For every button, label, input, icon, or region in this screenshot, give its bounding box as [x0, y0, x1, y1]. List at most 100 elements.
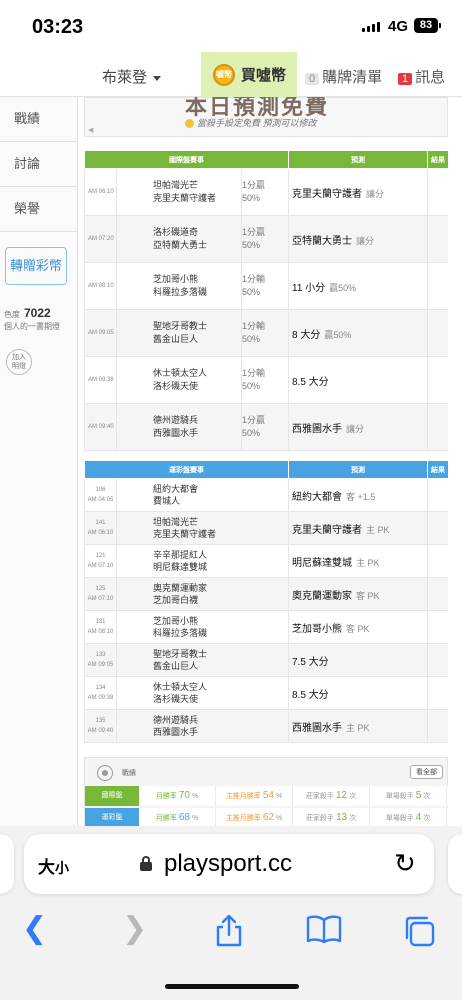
stat-label: 主推月勝率	[225, 815, 261, 822]
pick-cell: 紐約大都會客 +1.5	[288, 478, 428, 512]
odds-line: 1分贏	[242, 227, 266, 237]
address-bar[interactable]: 大小 playsport.cc ↻	[24, 834, 434, 894]
team-home: 克里夫蘭守護者	[153, 529, 217, 539]
team-away: 聖地牙哥教士	[153, 321, 208, 331]
sidebar-item-record[interactable]: 戰績	[0, 97, 77, 142]
stat-value: 13	[335, 812, 348, 823]
odds-line: 1分贏	[242, 180, 266, 190]
tabs-icon[interactable]	[402, 914, 436, 954]
brand-dropdown[interactable]: 布萊登	[102, 66, 162, 87]
record-stat: 月勝率 70%	[139, 786, 216, 806]
sidebar-item-discussion[interactable]: 討論	[0, 142, 77, 187]
site-header: 布萊登 噓幣 買噓幣 0 購牌清單 1 訊息	[0, 52, 462, 97]
pick-type: 主 PK	[356, 557, 380, 568]
pick-cell: 克里夫蘭守護者 讓分	[288, 168, 428, 216]
back-icon[interactable]: ❮	[22, 914, 47, 944]
url-domain[interactable]: playsport.cc	[164, 850, 292, 878]
pick-team: 明尼蘇達雙城	[292, 557, 352, 569]
record-stat: 單場殺手 5 次	[370, 786, 447, 806]
text-size-large: 大	[38, 858, 55, 877]
stat-value: 4	[415, 812, 422, 823]
buy-coins-button[interactable]: 噓幣 買噓幣	[201, 52, 297, 97]
stat-unit: 次	[349, 793, 357, 800]
reload-icon[interactable]: ↻	[394, 848, 416, 879]
forward-icon[interactable]: ❯	[122, 914, 147, 944]
result-cell	[427, 403, 448, 451]
result-cell	[427, 262, 448, 310]
header-pick: 預測	[288, 150, 428, 169]
scroll-left-icon[interactable]: ◀	[88, 126, 93, 134]
stat-label: 單場殺手	[385, 793, 414, 800]
odds-cell: 1分輸 50%	[241, 356, 289, 404]
table-row: AM 09:38 休士頓太空人 洛杉磯天使 1分輸 50% 8.5 大分	[84, 356, 448, 404]
record-tag[interactable]: 運彩盤	[85, 808, 139, 827]
banner-subtitle: 當殺手設定免費 預測可以修改	[185, 116, 317, 129]
add-label: 加入	[12, 354, 26, 361]
record-tag[interactable]: 國際盤	[85, 786, 139, 806]
stat-value: 62	[262, 812, 274, 823]
sidebar-item-label: 榮譽	[14, 201, 41, 216]
game-number: 125	[95, 586, 106, 592]
team-away: 休士頓太空人	[153, 368, 208, 378]
text-size-small: 小	[55, 860, 69, 876]
team-away: 坦帕灣光芒	[153, 517, 199, 527]
free-prediction-banner: 本日預測免費 當殺手設定免費 預測可以修改 ◀	[84, 97, 448, 137]
teams-cell: 芝加哥小熊 科羅拉多落磯	[116, 610, 289, 644]
messages-link[interactable]: 1 訊息	[398, 66, 445, 87]
pick-cell: 芝加哥小熊客 PK	[288, 610, 428, 644]
pick-cell: 8.5 大分	[288, 356, 428, 404]
table-row: AM 06:10 坦帕灣光芒 克里夫蘭守護者 1分贏 50% 克里夫蘭守護者 讓分	[84, 168, 448, 216]
text-size-button[interactable]: 大小	[38, 853, 69, 878]
game-number-time: 134 AM 09:38	[84, 676, 117, 710]
team-home: 亞特蘭大勇士	[153, 240, 208, 250]
status-bar: 03:23 4G 83	[0, 0, 462, 50]
team-home: 科羅拉多落磯	[153, 287, 208, 297]
gift-coins-button[interactable]: 轉贈彩幣	[5, 247, 67, 285]
pick-type: 贏50%	[324, 329, 352, 340]
game-number-time: 135 AM 09:40	[84, 709, 117, 743]
pick-type: 客 PK	[356, 590, 380, 601]
previous-tab-card[interactable]	[0, 834, 14, 894]
pick-type: 讓分	[356, 235, 375, 246]
lamp-stat: 色度 7022 個人的一書期燈	[0, 307, 77, 333]
view-all-button[interactable]: 看全部	[410, 765, 443, 779]
lock-icon	[140, 856, 152, 871]
record-stat: 主推月勝率 54%	[216, 786, 293, 806]
result-cell	[427, 610, 448, 644]
pick-cell: 8 大分 贏50%	[288, 309, 428, 357]
table-row: AM 09:05 聖地牙哥教士 舊金山巨人 1分輸 50% 8 大分 贏50%	[84, 309, 448, 357]
table-row: 133 AM 09:05 聖地牙哥教士 舊金山巨人 7.5 大分	[84, 643, 448, 677]
teams-cell: 休士頓太空人 洛杉磯天使	[116, 676, 289, 710]
teams-cell: 坦帕灣光芒克里夫蘭守護者	[116, 511, 289, 545]
add-lamp-button[interactable]: 加入 明燈	[6, 349, 32, 375]
stat-label: 莊家殺手	[305, 815, 334, 822]
table-row: 121 AM 07:10 辛辛那提紅人 明尼蘇達雙城 明尼蘇達雙城主 PK	[84, 544, 448, 578]
table-row: 106 AM 04:05 紐約大都會 費城人 紐約大都會客 +1.5	[84, 478, 448, 512]
team-home: 舊金山巨人	[153, 334, 199, 344]
table-header-row: 國際盤賽事 預測 結果	[84, 150, 448, 169]
teams-cell: 休士頓太空人 洛杉磯天使	[116, 356, 242, 404]
result-cell	[427, 168, 448, 216]
safari-address-area: 大小 playsport.cc ↻	[0, 826, 462, 898]
pick-team: 7.5 大分	[292, 656, 329, 668]
odds-percent: 50%	[242, 381, 261, 391]
share-icon[interactable]	[214, 914, 244, 954]
next-tab-card[interactable]	[448, 834, 462, 894]
team-away: 休士頓太空人	[153, 682, 208, 692]
odds-line: 1分輸	[242, 368, 266, 378]
game-number-time: 141 AM 06:10	[84, 511, 117, 545]
sidebar-item-honors[interactable]: 榮譽	[0, 187, 77, 232]
battery-cap	[439, 23, 441, 28]
cart-link[interactable]: 0 購牌清單	[305, 66, 382, 87]
bookmarks-icon[interactable]	[305, 914, 343, 950]
game-time: AM 07:10	[87, 596, 114, 602]
game-number: 141	[95, 520, 106, 526]
odds-line: 1分輸	[242, 274, 266, 284]
teams-cell: 坦帕灣光芒 克里夫蘭守護者	[116, 168, 242, 216]
stat-label: 月勝率	[155, 815, 177, 822]
pick-cell: 西雅圖水手 讓分	[288, 403, 428, 451]
stat-prefix: 色度	[4, 310, 20, 319]
odds-line: 1分贏	[242, 415, 266, 425]
result-cell	[427, 478, 448, 512]
game-number: 106	[95, 487, 106, 493]
